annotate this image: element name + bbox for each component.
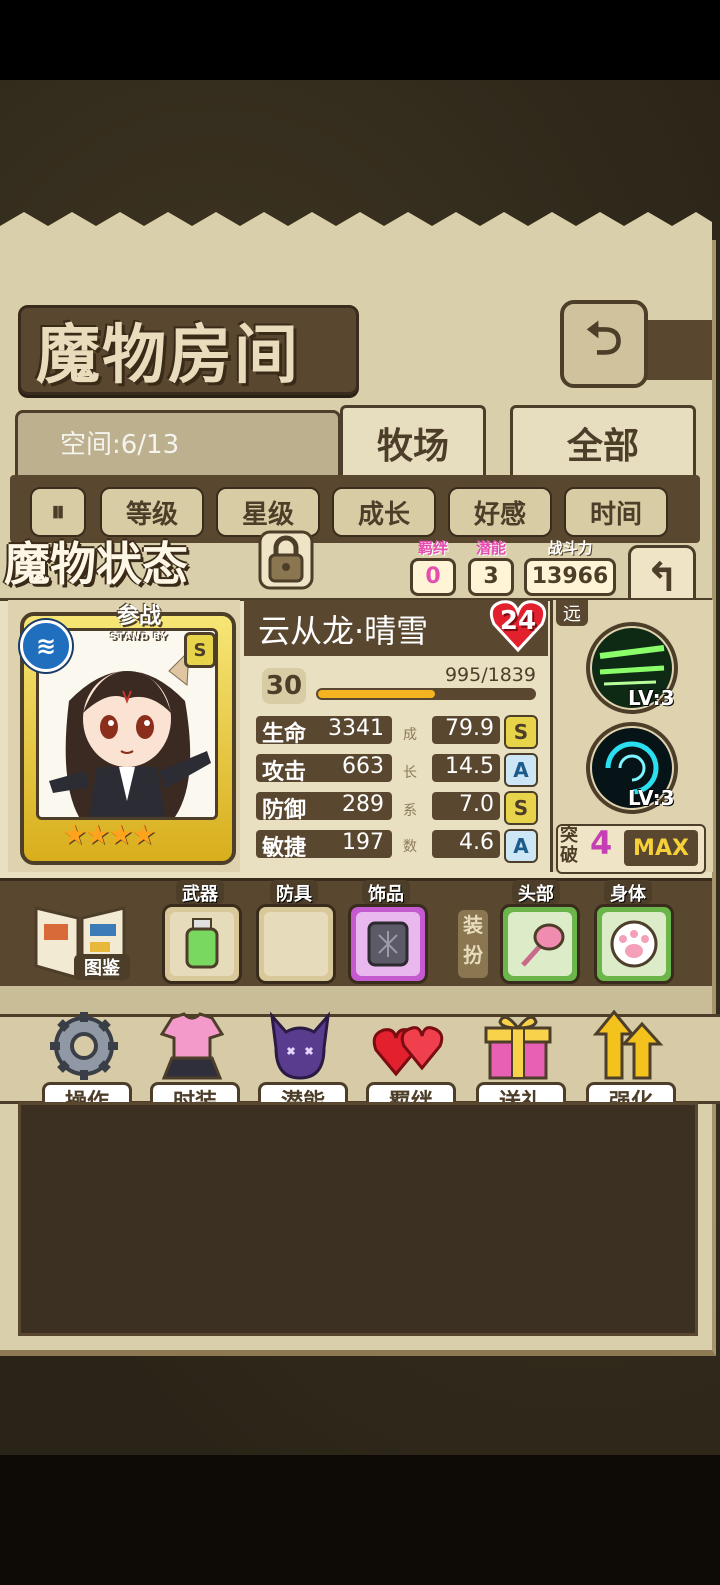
lock-icon[interactable] [258,528,314,590]
slot-label: 防具 [270,880,318,905]
status-title: 魔物状态 [4,537,188,591]
max-tag: MAX [624,830,698,866]
gear-icon [50,1012,118,1080]
star-rating: ★★★★ [62,818,156,851]
monster-list-area [18,1102,698,1336]
standby-label: 参战 [116,604,161,629]
header-bar-right [640,320,712,380]
stat-value: 197 [342,830,384,855]
potion-icon [185,918,219,969]
pause-icon: ⏸ [50,495,65,528]
grade-badge: A [504,753,538,787]
power-badge: 战斗力 13966 [524,539,616,596]
space-count: 空间:6/13 [60,430,180,460]
growth-label-char: 系 [403,803,417,819]
sort-growth-button[interactable]: 成长 [332,487,436,537]
hearts-icon [372,1026,444,1077]
stat-row-hp: 生命 3341 [256,716,392,747]
skill-level: LV:3 [628,786,675,810]
affinity-value: 24 [499,606,537,636]
potential-value: 3 [468,558,514,596]
nav-bar-area [0,1455,720,1585]
power-label: 战斗力 [547,539,593,557]
growth-agility: 4.6 [432,830,500,858]
menu-operate[interactable]: 操作 [38,1006,132,1118]
head-slot[interactable] [500,904,580,984]
breakthrough-label: 突破 [560,825,578,866]
menu-bond[interactable]: 羁绊 [362,1006,456,1118]
stat-label: 生命 [262,722,307,747]
exp-bar-fill [318,690,435,698]
slot-label: 武器 [176,880,224,905]
standby-sub-label: STAND BY [110,632,168,642]
growth-attack: 14.5 [432,754,500,782]
body-slot[interactable] [594,904,674,984]
stat-value: 3341 [328,716,384,741]
bond-label: 羁绊 [417,539,448,557]
stat-label: 攻击 [262,760,307,785]
slot-label: 头部 [512,880,560,905]
rank-badge: S [184,632,216,668]
stat-value: 289 [342,792,384,817]
menu-gift[interactable]: 送礼 [472,1006,566,1118]
menu-outfit[interactable]: 时装 [146,1006,240,1118]
menu-enhance[interactable]: 强化 [582,1006,676,1118]
monster-name: 云从龙·晴雪 [258,612,429,650]
growth-label-char: 成 [403,727,417,743]
stat-row-defense: 防御 289 [256,792,392,823]
book-label[interactable]: 图鉴 [74,954,130,980]
sort-time-button[interactable]: 时间 [564,487,668,537]
stone-tablet-icon [367,921,409,967]
demon-icon [269,1011,331,1080]
growth-value: 4.6 [459,830,494,855]
sort-affinity-button[interactable]: 好感 [448,487,552,537]
upgrade-arrows-icon [592,1009,664,1080]
growth-label-char: 长 [403,765,417,781]
power-value: 13966 [524,558,616,596]
back-button[interactable]: ⮌ [560,300,648,388]
grade-badge: S [504,791,538,825]
status-bar [0,0,720,80]
growth-value: 7.0 [459,792,494,817]
tab-all[interactable]: 全部 [510,405,696,478]
paw-icon [610,920,658,968]
growth-value: 79.9 [445,716,494,741]
armor-slot[interactable] [256,904,336,984]
slot-label: 身体 [604,880,652,905]
accessory-slot[interactable] [348,904,428,984]
return-arrow-icon: ↰ [645,555,679,601]
breakthrough-value: 4 [590,824,613,862]
weapon-slot[interactable] [162,904,242,984]
range-tag: 远 [556,600,588,626]
back-arrow-icon: ⮌ [585,311,623,365]
stat-label: 敏捷 [262,836,307,861]
candy-icon [521,923,565,967]
stat-row-agility: 敏捷 197 [256,830,392,861]
grade-badge: A [504,829,538,863]
growth-defense: 7.0 [432,792,500,820]
skill-level: LV:3 [628,686,675,710]
outfit-icon [159,1012,225,1080]
bond-badge: 羁绊 0 [410,539,456,596]
growth-hp: 79.9 [432,716,500,744]
gift-icon [484,1015,552,1080]
dress-up-label: 装扮 [458,910,488,978]
potential-badge: 潜能 3 [468,539,514,596]
level-value: 30 [262,668,306,704]
stat-value: 663 [342,754,384,779]
stat-row-attack: 攻击 663 [256,754,392,785]
potential-label: 潜能 [475,539,506,557]
growth-value: 14.5 [445,754,494,779]
menu-potential[interactable]: 潜能 [254,1006,348,1118]
grade-badge: S [504,715,538,749]
page-title: 魔物房间 [36,319,300,393]
water-element-icon: ≋ [20,620,72,672]
slot-label: 饰品 [362,880,410,905]
growth-label-char: 数 [403,839,417,855]
exp-value: 995/1839 [444,664,536,686]
bond-value: 0 [410,558,456,596]
tab-ranch[interactable]: 牧场 [340,405,486,478]
standby-tag: 参战 STAND BY [84,604,194,643]
stat-label: 防御 [262,798,307,823]
